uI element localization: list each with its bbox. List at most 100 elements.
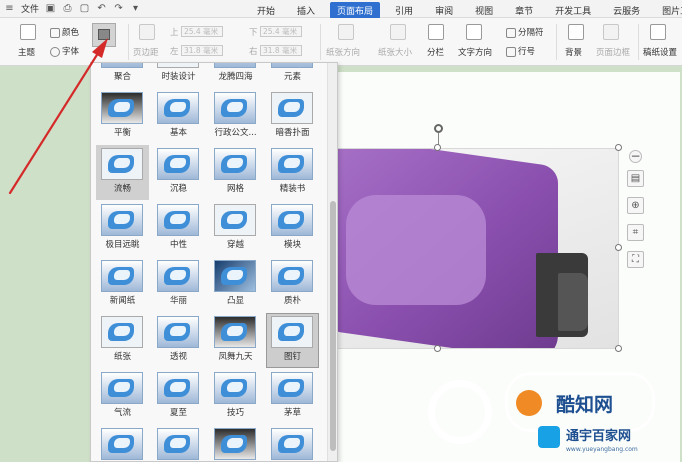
style-item[interactable]: 纸张 [95,313,150,368]
style-item[interactable]: 技巧 [208,369,263,424]
resize-handle-right[interactable] [615,244,622,251]
style-item[interactable]: 网格 [208,145,263,200]
line-number-button[interactable]: 行号 [506,45,535,57]
crop-icon[interactable]: ⌗ [627,224,644,241]
tab-4[interactable]: 审阅 [428,2,460,19]
page-border-button[interactable]: 页面边框 [596,46,630,58]
text-direction-icon [466,24,482,40]
menu-icon[interactable]: ≡ [4,3,15,14]
style-item[interactable]: 平衡 [95,89,150,144]
style-thumbnail [214,372,256,404]
quick-access-dropdown-icon[interactable]: ▾ [130,3,141,14]
gallery-scroll-thumb[interactable] [330,201,336,451]
style-item-label: 平衡 [113,128,131,138]
layout-options-icon[interactable]: ▤ [627,170,644,187]
effect-button[interactable] [92,23,116,47]
style-item[interactable]: 新闻纸 [95,257,150,312]
text-direction-button[interactable]: 文字方向 [458,46,492,58]
style-thumbnail [214,148,256,180]
style-thumbnail [271,204,313,236]
style-item[interactable]: 精装书 [265,145,320,200]
bottom-margin-field[interactable]: 25.4 毫米 [260,26,302,37]
style-item[interactable]: 夏至 [151,369,206,424]
style-item[interactable]: 华丽 [151,257,206,312]
style-item-label: 精装书 [279,184,306,194]
save-icon[interactable]: ▣ [45,3,56,14]
style-item[interactable]: 龙腾四海 [208,63,263,88]
style-item[interactable]: 凸显 [208,257,263,312]
tab-9[interactable]: 图片工具 [655,2,682,19]
tab-3[interactable]: 引用 [388,2,420,19]
left-margin-field[interactable]: 31.8 毫米 [181,45,223,56]
file-menu[interactable]: 文件 [21,2,39,15]
theme-icon[interactable] [20,24,36,40]
style-item-label: 极目远眺 [105,240,140,250]
zoom-icon[interactable]: ⊕ [627,197,644,214]
style-item[interactable]: 图钉 [265,313,320,368]
collapse-icon[interactable]: − [629,150,642,163]
style-item-label: 模块 [283,240,301,250]
tab-6[interactable]: 章节 [508,2,540,19]
undo-icon[interactable]: ↶ [96,3,107,14]
rotate-handle[interactable] [434,124,443,133]
margin-button[interactable]: 页边距 [133,46,159,58]
tab-2[interactable]: 页面布局 [330,2,381,19]
style-item[interactable] [265,425,320,461]
resize-handle-top-right[interactable] [615,144,622,151]
image-settings-icon[interactable]: ⛶ [627,251,644,268]
resize-handle-top[interactable] [434,144,441,151]
color-button[interactable]: 颜色 [50,26,79,38]
resize-handle-bottom-right[interactable] [615,345,622,352]
tab-7[interactable]: 开发工具 [548,2,598,19]
top-margin-field[interactable]: 25.4 毫米 [181,26,223,37]
watermark-wifi-icon [538,426,560,448]
font-button[interactable]: 字体 [50,45,79,57]
style-item[interactable]: 透视 [151,313,206,368]
paper-setting-button[interactable]: 稿纸设置 [643,46,677,58]
style-item[interactable]: 基本 [151,89,206,144]
style-item[interactable]: 流畅 [95,145,150,200]
print-icon[interactable]: ⎙ [62,3,73,14]
style-item[interactable]: 模块 [265,201,320,256]
orientation-button[interactable]: 纸张方向 [326,46,360,58]
style-item[interactable] [208,425,263,461]
style-item[interactable]: 暗香扑面 [265,89,320,144]
tab-0[interactable]: 开始 [250,2,282,19]
menu-bar: ≡ 文件 ▣ ⎙ ▢ ↶ ↷ ▾ 开始 插入 页面布局 引用 审阅 视图 章节 开发工具 云服务… [0,0,682,19]
style-item-label: 时装设计 [161,72,196,82]
tab-1[interactable]: 插入 [290,2,322,19]
style-item[interactable]: 沉稳 [151,145,206,200]
preview-icon[interactable]: ▢ [79,3,90,14]
style-item[interactable]: 时装设计 [151,63,206,88]
paper-size-button[interactable]: 纸张大小 [378,46,412,58]
redo-icon[interactable]: ↷ [113,3,124,14]
right-margin-field[interactable]: 31.8 毫米 [260,45,302,56]
selected-image[interactable] [335,148,619,349]
gallery-scrollbar[interactable] [327,63,337,461]
resize-handle-bottom[interactable] [434,345,441,352]
style-item[interactable]: 质朴 [265,257,320,312]
style-item[interactable]: 元素 [265,63,320,88]
bottom-label: 下 [249,28,258,38]
tab-5[interactable]: 视图 [468,2,500,19]
separator-button[interactable]: 分隔符 [506,26,544,38]
style-item[interactable]: 行政公文... [208,89,263,144]
tab-8[interactable]: 云服务 [606,2,647,19]
style-item[interactable]: 聚合 [95,63,150,88]
style-thumbnail [157,260,199,292]
style-item[interactable]: 气流 [95,369,150,424]
style-item-label: 网格 [226,184,244,194]
style-item[interactable] [151,425,206,461]
style-item[interactable]: 中性 [151,201,206,256]
style-item[interactable]: 极目远眺 [95,201,150,256]
style-thumbnail [157,63,199,68]
theme-button[interactable]: 主题 [18,46,35,58]
style-item[interactable]: 穿越 [208,201,263,256]
style-gallery-dropdown[interactable]: 聚合 时装设计 龙腾四海 元素平衡 基本 行政公文... 暗香扑面流畅 沉稳 网格 精装书极目远眺… [90,62,338,462]
columns-button[interactable]: 分栏 [427,46,444,58]
style-item[interactable]: 凤舞九天 [208,313,263,368]
paper-size-icon [390,24,406,40]
background-button[interactable]: 背景 [565,46,582,58]
style-item[interactable] [95,425,150,461]
style-item[interactable]: 茅草 [265,369,320,424]
